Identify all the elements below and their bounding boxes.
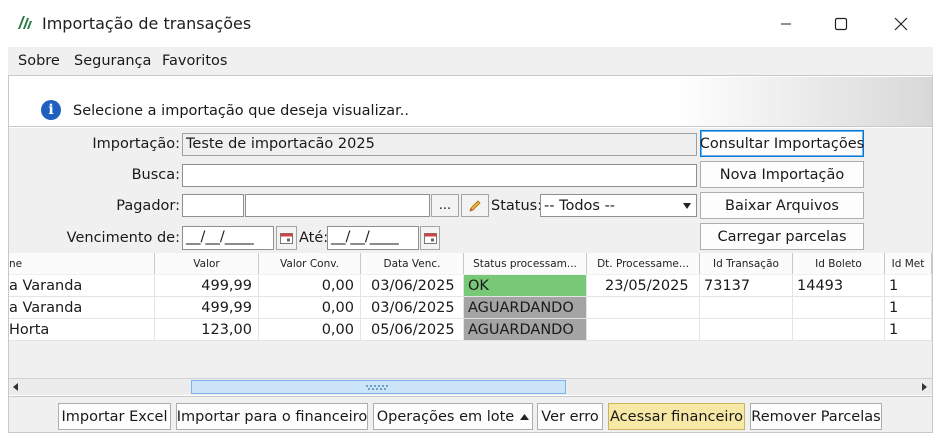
cell-valor: 499,99 xyxy=(155,275,259,297)
consultar-importacoes-button[interactable]: Consultar Importações xyxy=(700,130,864,157)
maximize-icon xyxy=(834,17,848,31)
minimize-icon xyxy=(781,23,791,25)
close-icon xyxy=(894,17,908,31)
cell-id-boleto: 14493 xyxy=(793,275,885,297)
operacoes-lote-label: Operações em lote xyxy=(376,408,515,425)
importacao-label: Importação: xyxy=(92,136,180,152)
table-row[interactable]: Horta 123,00 0,00 05/06/2025 AGUARDANDO … xyxy=(9,319,932,341)
cell-status: OK xyxy=(464,275,587,297)
arrow-right-icon xyxy=(922,383,927,391)
status-label: Status: xyxy=(491,198,543,214)
menu-favoritos[interactable]: Favoritos xyxy=(162,53,227,69)
col-header-valor-conv[interactable]: Valor Conv. xyxy=(259,253,361,274)
cell-dt-processamento: 23/05/2025 xyxy=(587,275,700,297)
cell-valor: 499,99 xyxy=(155,297,259,319)
ate-label: Até: xyxy=(299,230,329,246)
vencimento-de-input[interactable]: __/__/____ xyxy=(182,226,274,250)
cell-dt-processamento xyxy=(587,319,700,341)
grid-header: ne Valor Valor Conv. Data Venc. Status p… xyxy=(9,253,932,274)
busca-input[interactable] xyxy=(182,164,697,187)
scroll-right-button[interactable] xyxy=(918,381,930,393)
arrow-left-icon xyxy=(13,383,18,391)
cell-id-boleto xyxy=(793,319,885,341)
col-header-dt-processamento[interactable]: Dt. Processame... xyxy=(587,253,700,274)
col-header-id-transacao[interactable]: Id Transação xyxy=(700,253,793,274)
cell-data-venc: 03/06/2025 xyxy=(361,275,464,297)
close-button[interactable] xyxy=(878,8,924,40)
table-row[interactable]: a Varanda 499,99 0,00 03/06/2025 OK 23/0… xyxy=(9,275,932,297)
importar-excel-button[interactable]: Importar Excel xyxy=(58,403,171,430)
vencimento-label: Vencimento de: xyxy=(66,230,180,246)
nova-importacao-button[interactable]: Nova Importação xyxy=(700,161,864,188)
info-message: Selecione a importação que deseja visual… xyxy=(73,103,409,119)
cell-id-met: 1 xyxy=(885,275,932,297)
col-header-valor[interactable]: Valor xyxy=(155,253,259,274)
cell-valor-conv: 0,00 xyxy=(259,297,361,319)
busca-label: Busca: xyxy=(131,167,180,183)
app-logo-icon xyxy=(17,14,33,30)
calendar-icon xyxy=(423,232,437,244)
pagador-label: Pagador: xyxy=(116,198,180,214)
importar-financeiro-button[interactable]: Importar para o financeiro xyxy=(176,403,368,430)
chevron-down-icon xyxy=(683,202,691,209)
pagador-edit-button[interactable] xyxy=(461,194,489,217)
cell-nome: Horta xyxy=(9,319,155,341)
status-select[interactable]: -- Todos -- xyxy=(540,194,697,217)
window-title: Importação de transações xyxy=(42,14,252,33)
carregar-parcelas-button[interactable]: Carregar parcelas xyxy=(700,223,864,250)
minimize-button[interactable] xyxy=(763,8,809,40)
caret-up-icon xyxy=(520,413,530,420)
vencimento-ate-input[interactable]: __/__/____ xyxy=(327,226,419,250)
cell-id-met: 1 xyxy=(885,297,932,319)
remover-parcelas-button[interactable]: Remover Parcelas xyxy=(750,403,882,430)
scroll-left-button[interactable] xyxy=(10,381,22,393)
cell-data-venc: 05/06/2025 xyxy=(361,319,464,341)
menu-seguranca[interactable]: Segurança xyxy=(74,53,151,69)
window-frame-right xyxy=(932,76,933,433)
cell-id-met: 1 xyxy=(885,319,932,341)
cell-status: AGUARDANDO xyxy=(464,319,587,341)
cell-valor: 123,00 xyxy=(155,319,259,341)
menu-sobre[interactable]: Sobre xyxy=(18,53,60,69)
maximize-button[interactable] xyxy=(818,8,864,40)
pagador-lookup-button[interactable]: ... xyxy=(431,194,459,217)
vencimento-ate-calendar-button[interactable] xyxy=(420,226,440,250)
pagador-code-input[interactable] xyxy=(182,194,244,217)
pencil-icon xyxy=(469,199,481,212)
cell-nome: a Varanda xyxy=(9,297,155,319)
cell-status: AGUARDANDO xyxy=(464,297,587,319)
acessar-financeiro-button[interactable]: Acessar financeiro xyxy=(608,403,745,430)
cell-id-transacao: 73137 xyxy=(700,275,793,297)
ver-erro-button[interactable]: Ver erro xyxy=(537,403,603,430)
cell-valor-conv: 0,00 xyxy=(259,275,361,297)
info-icon: i xyxy=(41,100,61,120)
table-row[interactable]: a Varanda 499,99 0,00 03/06/2025 AGUARDA… xyxy=(9,297,932,319)
cell-dt-processamento xyxy=(587,297,700,319)
col-header-data-venc[interactable]: Data Venc. xyxy=(361,253,464,274)
status-select-value: -- Todos -- xyxy=(544,197,616,214)
importacao-field[interactable]: Teste de importacão 2025 xyxy=(182,133,697,156)
cell-id-boleto xyxy=(793,297,885,319)
calendar-icon xyxy=(280,232,293,244)
col-header-id-met[interactable]: Id Met xyxy=(885,253,932,274)
grip-icon xyxy=(366,385,388,390)
cell-valor-conv: 0,00 xyxy=(259,319,361,341)
baixar-arquivos-button[interactable]: Baixar Arquivos xyxy=(700,192,864,219)
cell-data-venc: 03/06/2025 xyxy=(361,297,464,319)
col-header-id-boleto[interactable]: Id Boleto xyxy=(793,253,885,274)
cell-nome: a Varanda xyxy=(9,275,155,297)
window-frame-bottom xyxy=(8,432,933,433)
vencimento-de-calendar-button[interactable] xyxy=(276,226,297,250)
col-header-status[interactable]: Status processam... xyxy=(464,253,587,274)
operacoes-lote-button[interactable]: Operações em lote xyxy=(373,403,533,430)
cell-id-transacao xyxy=(700,297,793,319)
col-header-nome[interactable]: ne xyxy=(9,253,155,274)
cell-id-transacao xyxy=(700,319,793,341)
scrollbar-thumb[interactable] xyxy=(191,380,566,394)
pagador-name-input[interactable] xyxy=(245,194,430,217)
info-bar xyxy=(9,77,932,127)
